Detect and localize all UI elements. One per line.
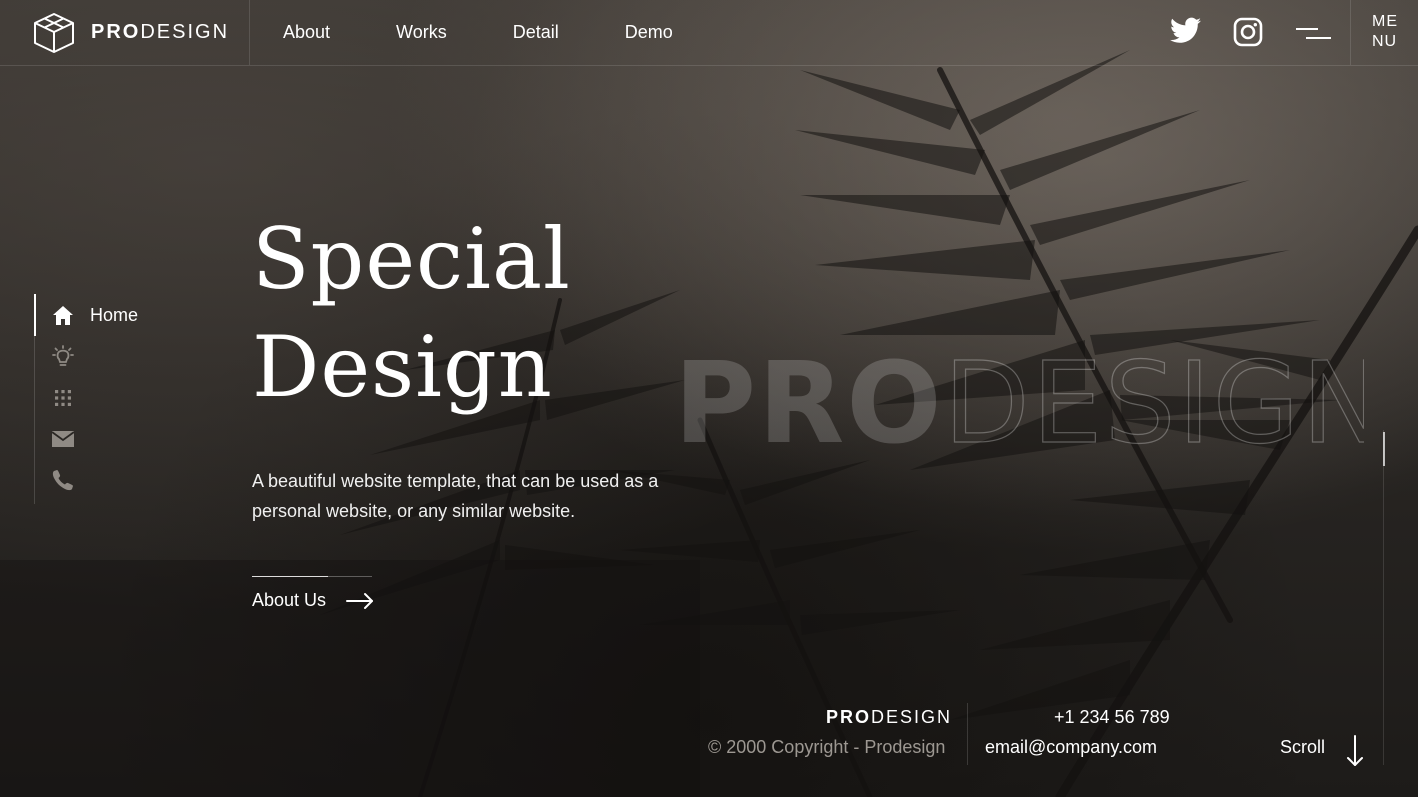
hamburger-line [1306,37,1331,39]
nav-link-detail[interactable]: Detail [513,22,559,43]
mail-icon[interactable] [50,426,76,452]
phone-icon[interactable] [50,467,76,493]
hero-title-line2: Design [252,318,553,416]
svg-text:PRODESIGN: PRODESIGN [674,339,1364,458]
side-nav-label-home[interactable]: Home [90,305,138,326]
brand-name-light: DESIGN [140,21,230,43]
arrow-right-icon [346,593,373,609]
brand-name-bold: PRO [91,21,141,43]
menu-label-line1: ME [1372,13,1398,30]
scroll-rail[interactable] [1383,430,1384,765]
instagram-icon[interactable] [1233,17,1263,47]
footer-phone[interactable]: +1 234 56 789 [1054,707,1170,728]
footer-brand: PRODESIGN [826,707,952,728]
main-nav: About Works Detail Demo [250,0,706,65]
watermark-outline: DESIGN [944,339,1364,458]
watermark-bold: PRO [674,339,944,458]
link-underline-dim [328,576,372,577]
page: PRODESIGN About Works Detail Demo ME NU [0,0,1418,797]
brand-logo[interactable]: PRODESIGN [0,0,250,65]
menu-button[interactable]: ME NU [1350,0,1418,65]
about-us-link[interactable]: About Us [252,576,374,616]
footer-brand-bold: PRO [826,707,872,727]
twitter-icon[interactable] [1170,17,1201,44]
hero-title: Special Design [252,205,571,421]
hero-title-line1: Special [252,210,571,308]
hamburger-line [1296,28,1318,30]
home-icon[interactable] [50,303,76,329]
about-us-label: About Us [252,590,327,610]
grid-icon[interactable] [50,385,76,411]
top-header: PRODESIGN About Works Detail Demo ME NU [0,0,1418,66]
prodesign-watermark: PRODESIGN [674,338,1364,458]
lightbulb-icon[interactable] [50,344,76,370]
link-underline [252,576,328,577]
scroll-label[interactable]: Scroll [1280,737,1325,758]
scroll-thumb[interactable] [1383,432,1385,466]
arrow-down-icon[interactable] [1346,735,1364,767]
cube-logo-icon [34,13,74,53]
footer-divider [967,703,968,765]
copyright-text: © 2000 Copyright - Prodesign [708,737,946,757]
nav-link-works[interactable]: Works [396,22,447,43]
menu-label-line2: NU [1372,33,1398,50]
hamburger-icon[interactable] [1296,24,1331,42]
side-nav: Home [34,294,215,504]
nav-link-about[interactable]: About [283,22,330,43]
footer-brand-light: DESIGN [871,707,953,727]
hero-subtitle: A beautiful website template, that can b… [252,471,659,521]
footer-email[interactable]: email@company.com [985,737,1157,758]
active-indicator [34,294,36,336]
nav-link-demo[interactable]: Demo [625,22,673,43]
brand-name: PRODESIGN [91,21,229,44]
